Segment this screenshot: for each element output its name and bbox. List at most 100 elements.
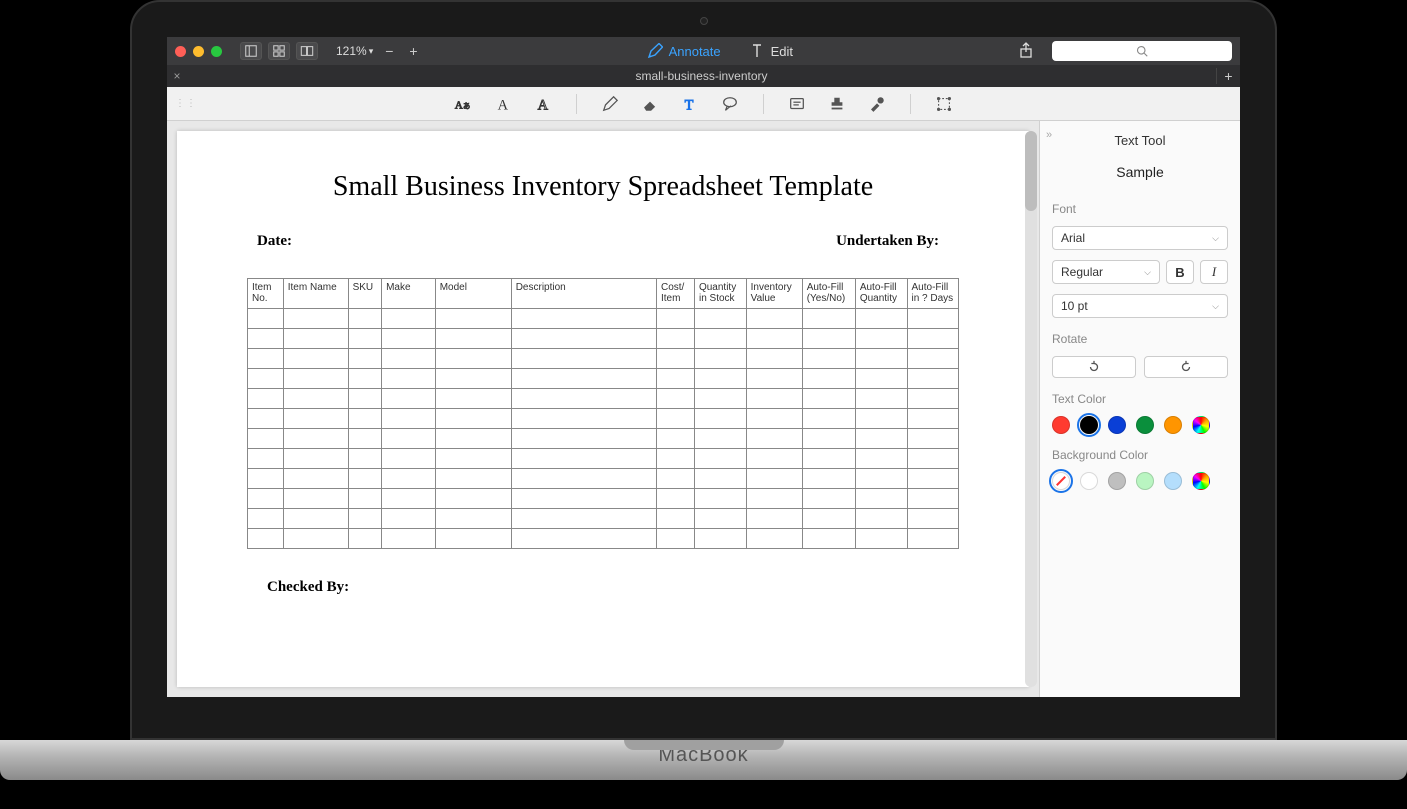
scrollbar-thumb[interactable] (1025, 131, 1037, 211)
table-cell (907, 309, 959, 329)
table-cell (694, 389, 746, 409)
layout-single-button[interactable] (240, 42, 262, 60)
text-color-swatch[interactable] (1108, 416, 1126, 434)
text-color-swatch[interactable] (1080, 416, 1098, 434)
maximize-window-button[interactable] (211, 46, 222, 57)
bg-color-swatch[interactable] (1136, 472, 1154, 490)
rotate-ccw-button[interactable] (1052, 356, 1136, 378)
text-tool[interactable]: T (679, 93, 701, 115)
table-row (248, 309, 959, 329)
text-color-swatch[interactable] (1052, 416, 1070, 434)
pencil-tool[interactable] (599, 93, 621, 115)
table-cell (694, 429, 746, 449)
font-outline-tool[interactable]: A (532, 93, 554, 115)
layout-dual-button[interactable] (296, 42, 318, 60)
svg-text:あ: あ (463, 102, 470, 110)
table-cell (248, 389, 284, 409)
vertical-scrollbar[interactable] (1025, 131, 1037, 687)
zoom-in-button[interactable]: + (405, 43, 421, 59)
tab-add-button[interactable]: + (1216, 68, 1240, 84)
bold-button[interactable]: B (1166, 260, 1194, 284)
collapse-panel-button[interactable]: » (1046, 129, 1052, 141)
table-row (248, 409, 959, 429)
tabbar: × small-business-inventory + (167, 65, 1240, 87)
table-cell (694, 309, 746, 329)
font-family-select[interactable]: Arial ⌵ (1052, 226, 1228, 250)
bg-color-picker-button[interactable] (1192, 472, 1210, 490)
table-cell (746, 469, 802, 489)
bg-color-swatch[interactable] (1108, 472, 1126, 490)
table-cell (907, 529, 959, 549)
table-cell (382, 369, 436, 389)
table-cell (382, 449, 436, 469)
table-cell (802, 469, 855, 489)
titlebar: 121% ▾ − + Annotate Edit (167, 37, 1240, 65)
table-cell (511, 329, 656, 349)
zoom-control[interactable]: 121% ▾ (336, 44, 373, 58)
layout-grid-button[interactable] (268, 42, 290, 60)
table-cell (283, 349, 348, 369)
table-cell (382, 469, 436, 489)
close-window-button[interactable] (175, 46, 186, 57)
table-cell (802, 369, 855, 389)
font-weight-value: Regular (1061, 265, 1103, 279)
table-cell (348, 309, 382, 329)
eyedropper-tool[interactable] (866, 93, 888, 115)
table-cell (511, 469, 656, 489)
minimize-window-button[interactable] (193, 46, 204, 57)
text-color-picker-button[interactable] (1192, 416, 1210, 434)
annotate-mode-button[interactable]: Annotate (647, 43, 721, 59)
table-cell (746, 329, 802, 349)
search-input[interactable] (1052, 41, 1232, 61)
font-serif-tool[interactable]: A (492, 93, 514, 115)
chevron-down-icon: ▾ (369, 46, 374, 57)
table-cell (656, 509, 694, 529)
tab-title[interactable]: small-business-inventory (187, 69, 1216, 83)
panel-title: Text Tool (1052, 133, 1228, 148)
font-weight-select[interactable]: Regular ⌵ (1052, 260, 1160, 284)
table-cell (348, 369, 382, 389)
italic-button[interactable]: I (1200, 260, 1228, 284)
share-button[interactable] (1018, 42, 1034, 61)
table-cell (694, 349, 746, 369)
table-cell (283, 329, 348, 349)
crop-tool[interactable] (933, 93, 955, 115)
text-color-swatch[interactable] (1164, 416, 1182, 434)
window-controls (175, 46, 222, 57)
annotation-toolbar: ⋮⋮ Aあ A A T (167, 87, 1240, 121)
zoom-out-button[interactable]: − (381, 43, 397, 59)
bg-color-swatch[interactable] (1164, 472, 1182, 490)
stamp-tool[interactable] (826, 93, 848, 115)
text-color-label: Text Color (1052, 392, 1228, 406)
column-header: Description (511, 279, 656, 309)
table-cell (283, 469, 348, 489)
table-cell (746, 449, 802, 469)
table-cell (283, 449, 348, 469)
edit-mode-button[interactable]: Edit (749, 43, 793, 59)
rotate-cw-button[interactable] (1144, 356, 1228, 378)
table-cell (855, 489, 907, 509)
column-header: Inventory Value (746, 279, 802, 309)
undertaken-by-label: Undertaken By: (836, 233, 939, 250)
table-cell (907, 489, 959, 509)
table-row (248, 489, 959, 509)
text-style-tool[interactable]: Aあ (452, 93, 474, 115)
eraser-tool[interactable] (639, 93, 661, 115)
table-cell (746, 349, 802, 369)
table-row (248, 369, 959, 389)
bg-color-swatch[interactable] (1080, 472, 1098, 490)
table-cell (283, 389, 348, 409)
table-cell (746, 489, 802, 509)
rotate-section-label: Rotate (1052, 332, 1228, 346)
speech-bubble-tool[interactable] (719, 93, 741, 115)
table-cell (511, 369, 656, 389)
text-color-swatch[interactable] (1136, 416, 1154, 434)
document-viewport[interactable]: Small Business Inventory Spreadsheet Tem… (167, 121, 1040, 697)
table-cell (511, 409, 656, 429)
table-cell (435, 329, 511, 349)
font-size-select[interactable]: 10 pt ⌵ (1052, 294, 1228, 318)
note-tool[interactable] (786, 93, 808, 115)
tab-close-button[interactable]: × (167, 69, 187, 83)
table-cell (248, 529, 284, 549)
bg-color-none-swatch[interactable] (1052, 472, 1070, 490)
